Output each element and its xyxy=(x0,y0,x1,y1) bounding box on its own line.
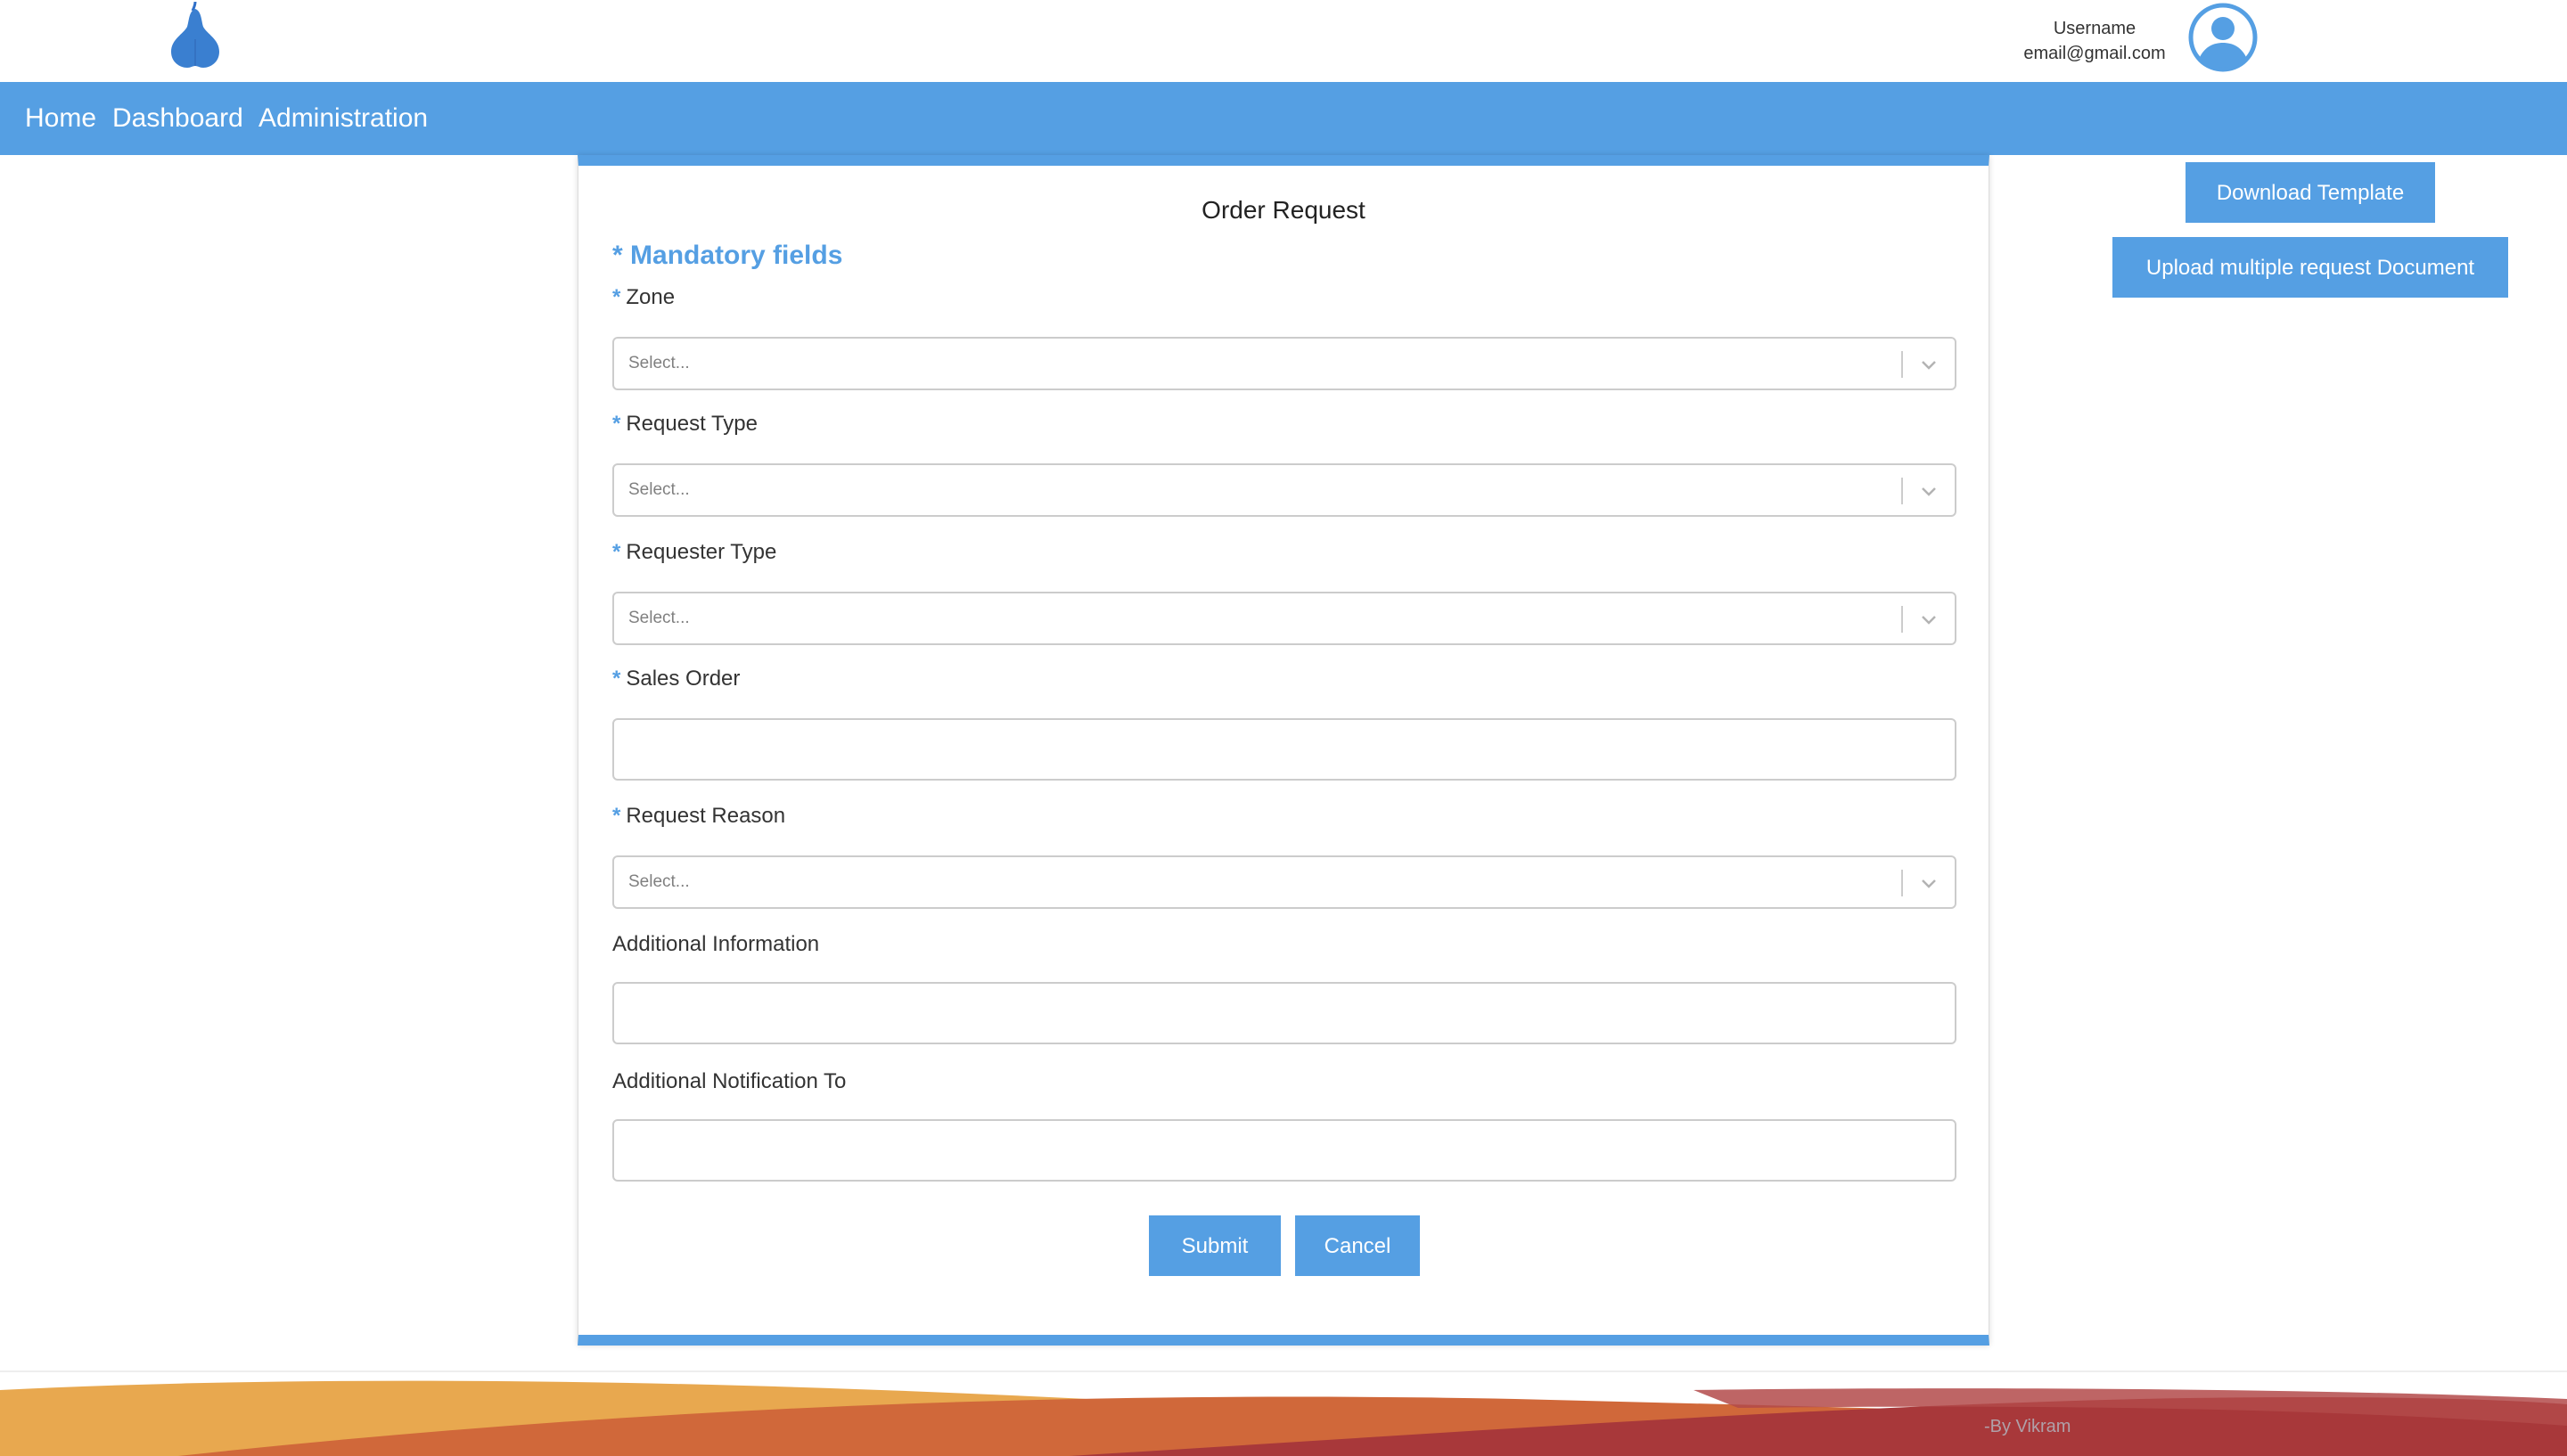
request-reason-select-placeholder: Select... xyxy=(628,872,690,891)
request-type-label-text: Request Type xyxy=(626,412,758,436)
sales-order-label: * Sales Order xyxy=(612,667,740,691)
select-separator xyxy=(1901,478,1903,504)
required-marker: * xyxy=(612,241,623,270)
required-marker: * xyxy=(612,667,621,691)
sales-order-label-text: Sales Order xyxy=(626,667,741,691)
pear-icon[interactable] xyxy=(166,0,225,71)
select-separator xyxy=(1901,870,1903,896)
requester-type-select[interactable]: Select... xyxy=(612,592,1956,645)
order-request-card: Order Request * Mandatory fields * Zone S… xyxy=(578,155,1989,1346)
select-separator xyxy=(1901,351,1903,378)
cancel-button[interactable]: Cancel xyxy=(1295,1215,1420,1276)
request-type-select-placeholder: Select... xyxy=(628,480,690,499)
requester-type-select-placeholder: Select... xyxy=(628,609,690,627)
additional-notification-input[interactable] xyxy=(612,1119,1956,1182)
mandatory-note-text: Mandatory fields xyxy=(630,241,843,270)
user-info: Username email@gmail.com xyxy=(2005,16,2184,66)
request-type-select[interactable]: Select... xyxy=(612,463,1956,517)
required-marker: * xyxy=(612,804,621,828)
zone-label: * Zone xyxy=(612,285,675,310)
select-separator xyxy=(1901,606,1903,633)
additional-information-label: Additional Information xyxy=(612,932,820,956)
request-reason-label-text: Request Reason xyxy=(626,804,786,828)
username: Username xyxy=(2053,19,2136,38)
form-title: Order Request xyxy=(1201,196,1366,224)
nav-bar: Home Dashboard Administration xyxy=(0,82,2567,155)
user-email: email@gmail.com xyxy=(2023,44,2166,63)
user-avatar-icon[interactable] xyxy=(2187,2,2259,73)
upload-multiple-request-button[interactable]: Upload multiple request Document xyxy=(2112,237,2508,298)
zone-select-placeholder: Select... xyxy=(628,354,690,372)
app-header: Username email@gmail.com xyxy=(0,0,2567,82)
nav-item-home[interactable]: Home xyxy=(25,82,96,155)
chevron-down-icon[interactable] xyxy=(1914,868,1944,898)
requester-type-label-text: Requester Type xyxy=(626,540,777,564)
request-reason-select[interactable]: Select... xyxy=(612,855,1956,909)
required-marker: * xyxy=(612,540,621,564)
page: Username email@gmail.com Home Dashboard … xyxy=(0,0,2567,1456)
download-template-button[interactable]: Download Template xyxy=(2186,162,2435,223)
additional-information-input[interactable] xyxy=(612,982,1956,1044)
footer-wave-graphic xyxy=(0,1380,2567,1456)
required-marker: * xyxy=(612,412,621,436)
chevron-down-icon[interactable] xyxy=(1914,604,1944,634)
requester-type-label: * Requester Type xyxy=(612,540,776,565)
sales-order-input[interactable] xyxy=(612,718,1956,781)
zone-label-text: Zone xyxy=(626,285,676,309)
nav-item-administration[interactable]: Administration xyxy=(258,82,428,155)
required-marker: * xyxy=(612,285,621,309)
nav-item-dashboard[interactable]: Dashboard xyxy=(112,82,243,155)
chevron-down-icon[interactable] xyxy=(1914,349,1944,380)
submit-button[interactable]: Submit xyxy=(1149,1215,1281,1276)
footer-credit: -By Vikram xyxy=(1984,1417,2071,1436)
chevron-down-icon[interactable] xyxy=(1914,476,1944,506)
mandatory-note: * Mandatory fields xyxy=(612,241,842,271)
zone-select[interactable]: Select... xyxy=(612,337,1956,390)
request-type-label: * Request Type xyxy=(612,412,758,437)
request-reason-label: * Request Reason xyxy=(612,804,785,829)
additional-notification-label: Additional Notification To xyxy=(612,1069,847,1093)
